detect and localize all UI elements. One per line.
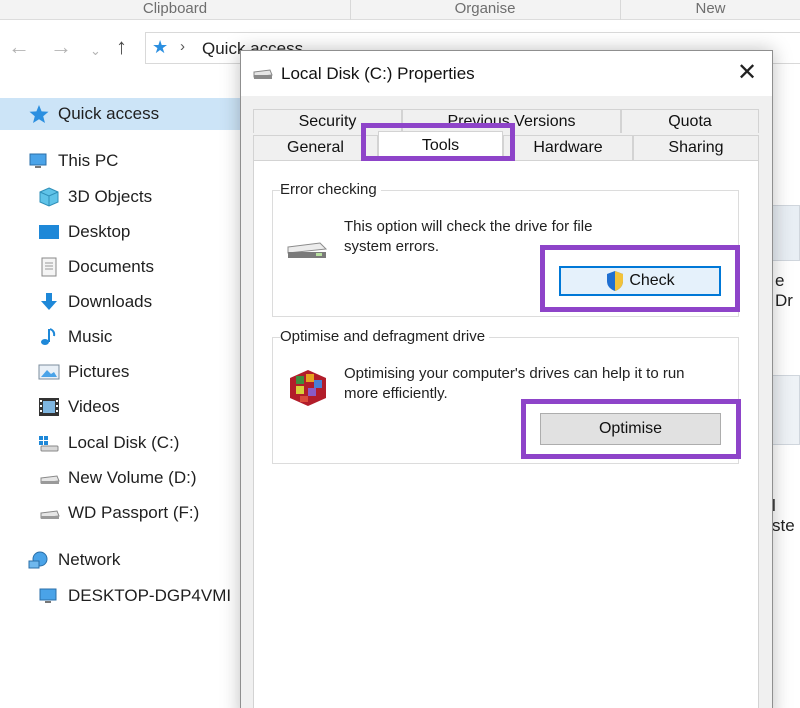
back-arrow-icon[interactable]: ← [8, 34, 30, 60]
chevron-right-icon[interactable]: › [180, 38, 185, 55]
close-icon[interactable]: ✕ [729, 59, 765, 89]
error-checking-description-line1: This option will check the drive for fil… [344, 218, 593, 235]
optimise-button[interactable]: Optimise [540, 413, 721, 445]
sidebar-item-label: New Volume (D:) [68, 468, 197, 487]
tab-quota[interactable]: Quota [621, 109, 759, 133]
desktop-icon [38, 222, 60, 242]
sidebar-item-music[interactable]: Music [38, 321, 112, 353]
error-checking-title: Error checking [280, 181, 381, 198]
check-button[interactable]: Check [559, 266, 721, 296]
error-checking-description-line2: system errors. [344, 238, 440, 255]
ribbon-group-new: New [695, 0, 726, 17]
sidebar-item-videos[interactable]: Videos [38, 391, 120, 423]
sidebar-item-label: Music [68, 327, 113, 346]
sidebar-item-desktop[interactable]: Desktop [38, 216, 130, 248]
music-icon [38, 327, 60, 347]
sidebar-item-wd-passport-f[interactable]: WD Passport (F:) [38, 497, 199, 529]
properties-dialog: Local Disk (C:) Properties ✕ Security Pr… [240, 50, 773, 708]
tab-security[interactable]: Security [253, 109, 402, 133]
hard-drive-icon [286, 239, 328, 261]
network-icon [28, 550, 50, 570]
check-button-label: Check [629, 272, 675, 289]
windows-drive-icon [38, 433, 60, 453]
sidebar-item-label: Videos [68, 397, 120, 416]
quick-access-star-icon: ★ [152, 37, 169, 57]
star-icon [28, 104, 50, 124]
tab-general[interactable]: General [253, 135, 378, 160]
forward-arrow-icon[interactable]: → [50, 34, 72, 60]
drive-icon [253, 67, 273, 81]
ribbon-group-labels: Clipboard Organise New [0, 0, 800, 20]
documents-icon [38, 257, 60, 277]
computer-icon [38, 586, 60, 606]
defragment-icon [286, 366, 330, 410]
tab-hardware[interactable]: Hardware [503, 135, 633, 160]
up-arrow-icon[interactable]: ↑ [116, 34, 127, 60]
3d-objects-icon [38, 187, 60, 207]
sidebar-item-label: Network [58, 550, 121, 569]
sidebar-item-label: Pictures [68, 362, 130, 381]
uac-shield-icon [605, 270, 625, 292]
error-checking-group [272, 190, 739, 317]
tab-tools[interactable]: Tools [378, 131, 503, 161]
tab-sharing[interactable]: Sharing [633, 135, 759, 160]
file-label-partial: e Dr [775, 271, 793, 310]
optimise-description-line1: Optimising your computer's drives can he… [344, 365, 685, 382]
sidebar-item-this-pc[interactable]: This PC [28, 145, 118, 177]
sidebar-item-label: Local Disk (C:) [68, 433, 180, 452]
sidebar-item-quick-access[interactable]: Quick access [0, 98, 240, 130]
optimise-title: Optimise and defragment drive [280, 328, 490, 345]
navigation-pane: Quick access This PC 3D Objects Desktop … [0, 95, 240, 708]
drive-icon [38, 503, 60, 523]
sidebar-item-downloads[interactable]: Downloads [38, 286, 152, 318]
sidebar-item-label: Quick access [58, 104, 160, 123]
sidebar-item-label: DESKTOP-DGP4VMI [68, 586, 232, 605]
videos-icon [38, 397, 60, 417]
file-thumbnail[interactable] [772, 375, 800, 445]
dialog-title: Local Disk (C:) Properties [281, 64, 475, 83]
dialog-titlebar[interactable]: Local Disk (C:) Properties ✕ [241, 51, 772, 96]
sidebar-item-label: Downloads [68, 292, 153, 311]
sidebar-item-documents[interactable]: Documents [38, 251, 154, 283]
pictures-icon [38, 362, 60, 382]
sidebar-item-label: WD Passport (F:) [68, 503, 200, 522]
sidebar-item-label: Documents [68, 257, 154, 276]
tools-tab-panel: Error checking This option will check th… [253, 160, 759, 708]
recent-locations-chevron-icon[interactable]: ⌄ [90, 38, 101, 64]
sidebar-item-3d-objects[interactable]: 3D Objects [38, 181, 152, 213]
downloads-icon [38, 292, 60, 312]
ribbon-group-organise: Organise [454, 0, 516, 17]
file-label-partial: l ste [772, 496, 795, 535]
file-thumbnail[interactable] [772, 205, 800, 261]
sidebar-item-label: This PC [58, 151, 119, 170]
sidebar-item-label: 3D Objects [68, 187, 153, 206]
sidebar-item-label: Desktop [68, 222, 131, 241]
optimise-description-line2: more efficiently. [344, 385, 448, 402]
tab-previous-versions[interactable]: Previous Versions [402, 109, 621, 133]
sidebar-item-network[interactable]: Network [28, 544, 120, 576]
ribbon-group-clipboard: Clipboard [142, 0, 208, 17]
computer-icon [28, 151, 50, 171]
sidebar-item-new-volume-d[interactable]: New Volume (D:) [38, 462, 196, 494]
drive-icon [38, 468, 60, 488]
sidebar-item-desktop-computer[interactable]: DESKTOP-DGP4VMI [38, 580, 231, 612]
sidebar-item-local-disk-c[interactable]: Local Disk (C:) [38, 427, 179, 459]
sidebar-item-pictures[interactable]: Pictures [38, 356, 129, 388]
